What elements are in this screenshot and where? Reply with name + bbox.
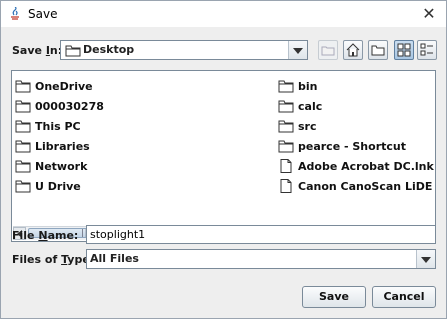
list-item[interactable]: calc: [278, 97, 322, 115]
new-folder-button[interactable]: [368, 40, 388, 60]
list-item[interactable]: pearce - Shortcut: [278, 137, 406, 155]
folder-icon: [15, 180, 31, 193]
list-item[interactable]: OneDrive: [15, 77, 93, 95]
java-app-icon: [11, 7, 19, 20]
save-in-combo[interactable]: Desktop: [60, 40, 308, 60]
folder-icon: [15, 140, 31, 153]
close-window-button[interactable]: ✕: [418, 4, 440, 24]
list-item-label: 000030278: [35, 99, 104, 113]
folder-icon: [15, 100, 31, 113]
file-list[interactable]: OneDrive 000030278 This PC Libraries Network…: [11, 70, 436, 242]
list-item[interactable]: U Drive: [15, 177, 81, 195]
home-button[interactable]: [343, 40, 363, 60]
list-item[interactable]: Adobe Acrobat DC.lnk: [278, 157, 434, 175]
up-one-level-icon: [321, 46, 335, 56]
list-item[interactable]: src: [278, 117, 317, 135]
window-title: Save: [28, 7, 58, 21]
file-type-value: All Files: [90, 252, 139, 265]
folder-icon: [15, 120, 31, 133]
title-bar: Save ✕: [0, 0, 447, 28]
file-type-label: Files of Type:: [12, 253, 95, 266]
list-item[interactable]: Network: [15, 157, 87, 175]
save-dialog: Save In: Desktop OneDrive 000030278 This…: [0, 27, 447, 319]
list-item-label: OneDrive: [35, 79, 93, 93]
folder-icon: [278, 140, 294, 153]
details-view-toggle[interactable]: [417, 40, 437, 60]
folder-icon: [15, 160, 31, 173]
list-item-label: bin: [298, 79, 318, 93]
home-icon: [346, 43, 360, 57]
list-view-toggle[interactable]: [394, 40, 414, 60]
list-item-label: src: [298, 119, 317, 133]
list-item[interactable]: bin: [278, 77, 317, 95]
list-view-icon: [397, 43, 411, 57]
file-icon: [280, 179, 292, 193]
details-view-icon: [420, 43, 433, 56]
folder-icon: [15, 80, 31, 93]
save-button[interactable]: Save: [302, 286, 366, 308]
list-item[interactable]: Libraries: [15, 137, 90, 155]
file-name-input[interactable]: stoplight1: [86, 225, 436, 244]
list-item-label: Libraries: [35, 139, 90, 153]
list-item-label: pearce - Shortcut: [298, 139, 406, 153]
list-item[interactable]: 000030278: [15, 97, 104, 115]
chevron-down-icon[interactable]: [288, 41, 307, 59]
list-item-label: calc: [298, 99, 323, 113]
file-name-label: File Name:: [12, 229, 79, 242]
file-icon: [280, 159, 292, 173]
list-item[interactable]: This PC: [15, 117, 81, 135]
list-item-label: Canon CanoScan LiDE 220 G: [298, 179, 435, 193]
chevron-down-icon[interactable]: [416, 250, 435, 268]
folder-icon: [278, 80, 294, 93]
list-item-label: This PC: [35, 119, 81, 133]
file-type-combo[interactable]: All Files: [86, 249, 436, 269]
cancel-button[interactable]: Cancel: [372, 286, 436, 308]
folder-icon: [65, 45, 81, 57]
folder-icon: [278, 100, 294, 113]
list-item-label: Network: [35, 159, 88, 173]
new-folder-icon: [371, 45, 385, 56]
folder-icon: [278, 120, 294, 133]
up-one-level-button[interactable]: [318, 40, 338, 60]
save-in-label: Save In:: [12, 44, 63, 57]
list-item[interactable]: Canon CanoScan LiDE 220 G: [278, 177, 435, 195]
list-item-label: Adobe Acrobat DC.lnk: [298, 159, 434, 173]
save-in-value: Desktop: [83, 43, 135, 56]
list-item-label: U Drive: [35, 179, 81, 193]
